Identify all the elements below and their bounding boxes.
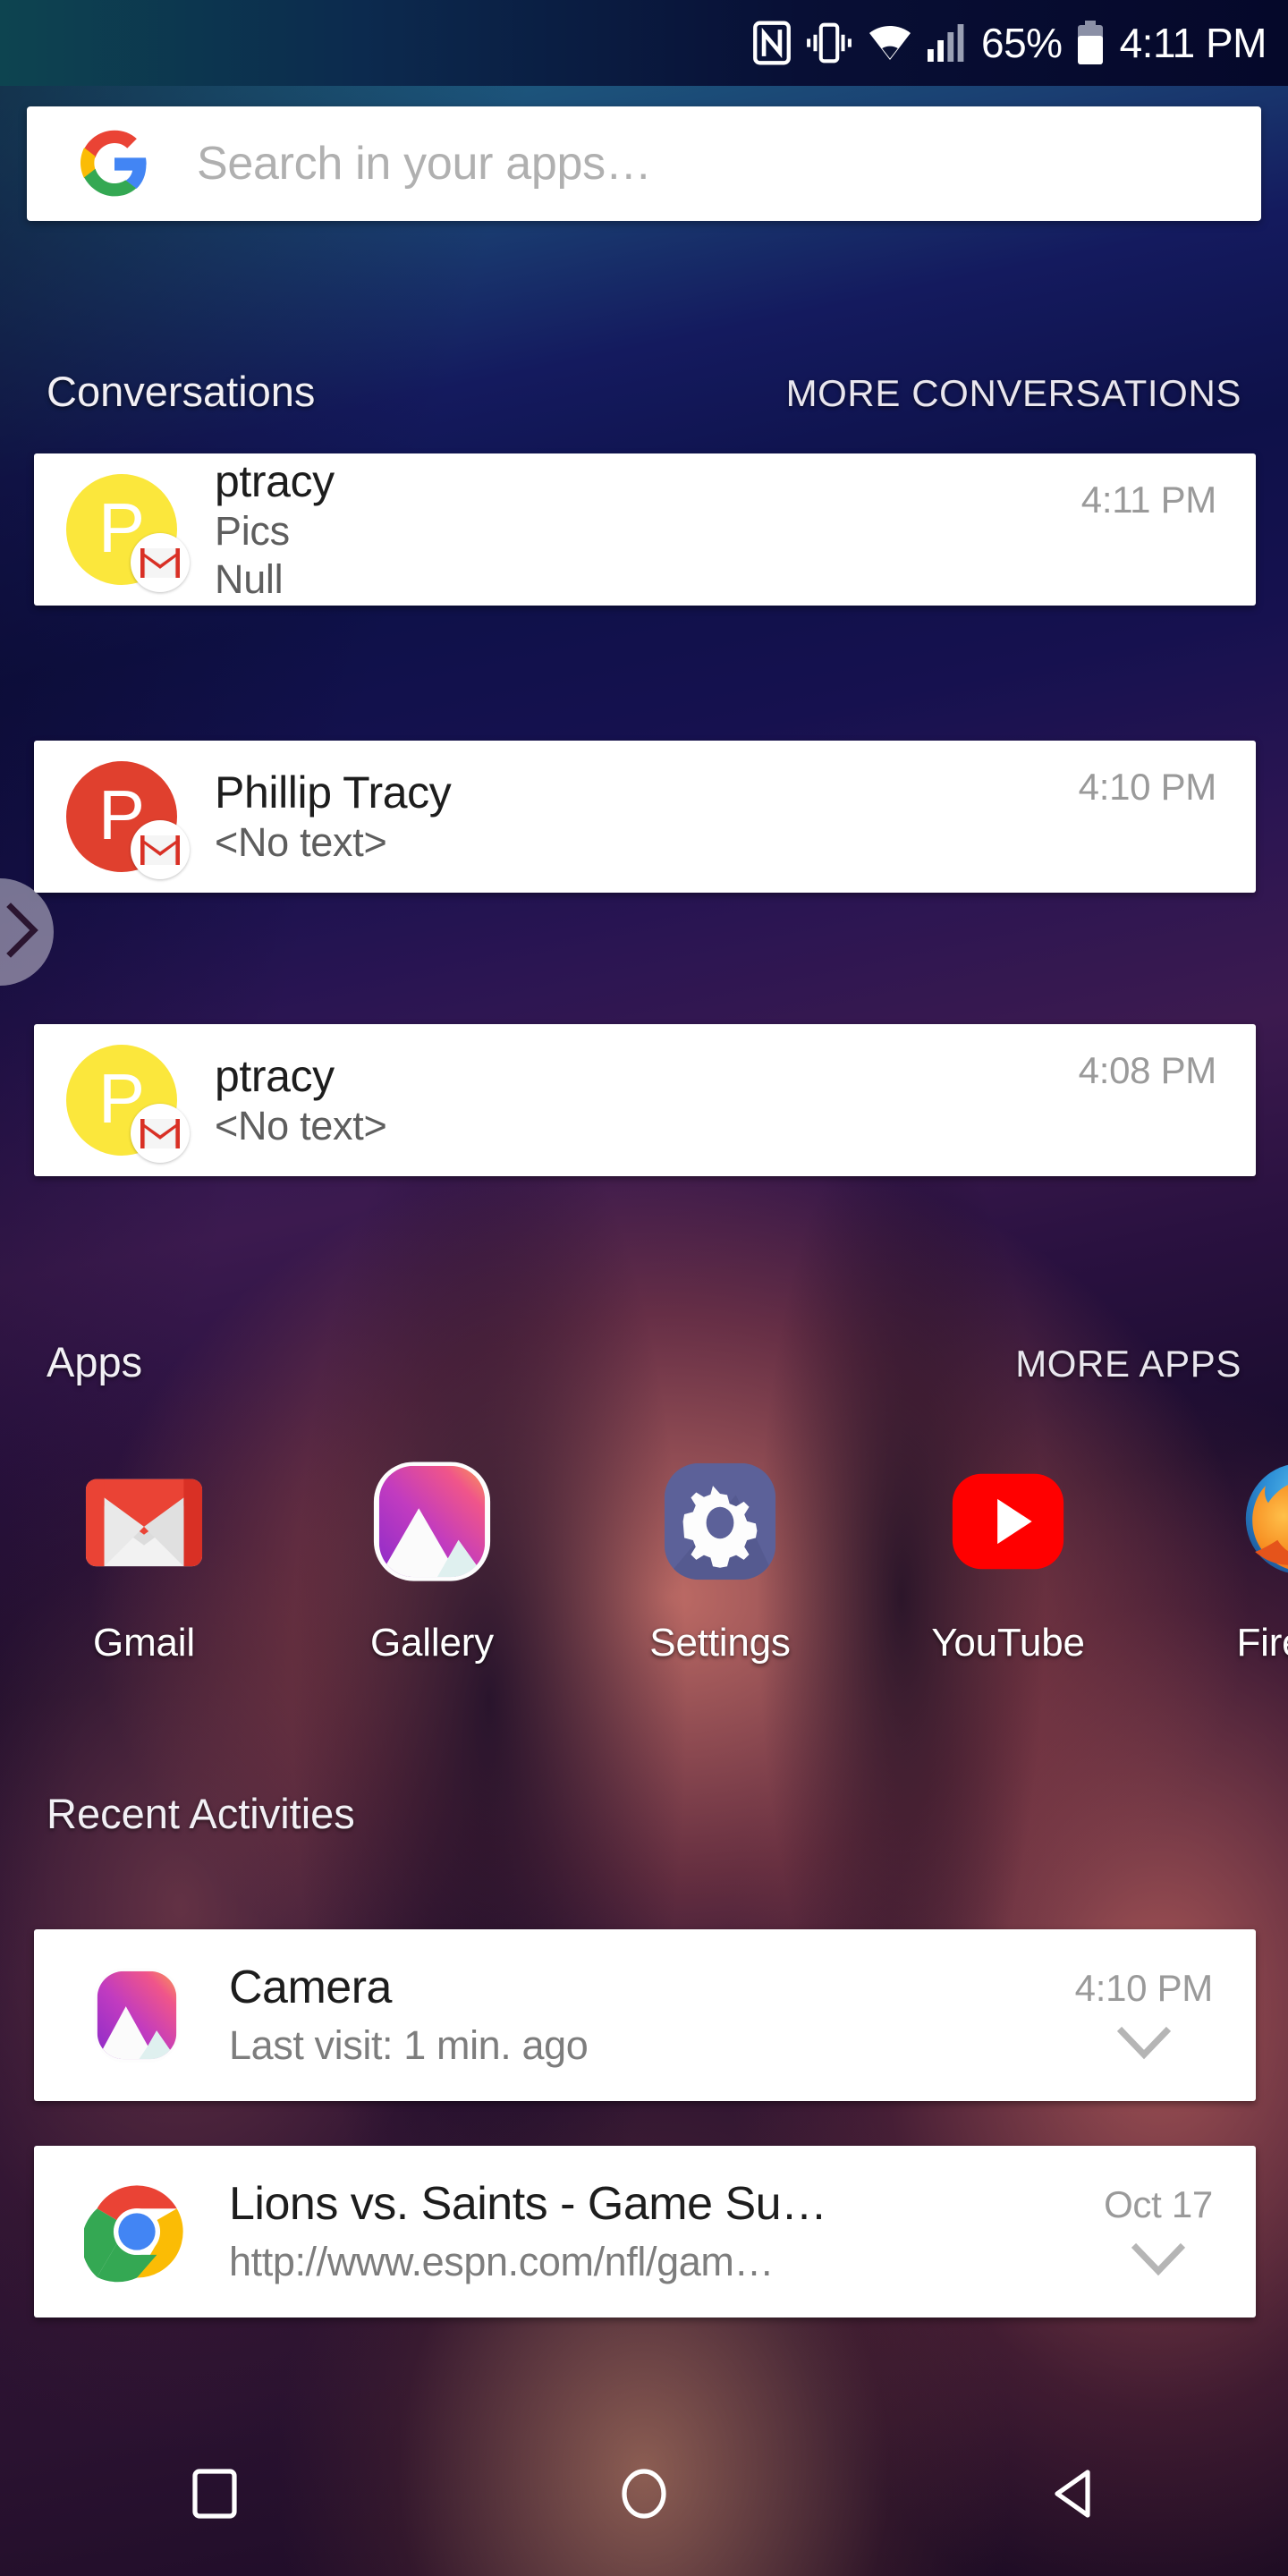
- search-bar[interactable]: Search in your apps…: [27, 106, 1261, 221]
- recent-activities-header: Recent Activities: [0, 1789, 1288, 1838]
- app-item-settings[interactable]: Settings: [576, 1458, 864, 1665]
- recent-activity-meta: Oct 17: [1104, 2183, 1213, 2281]
- battery-percent-label: 65%: [981, 20, 1063, 66]
- conversation-row[interactable]: P ptracy Pics Null 4:11 PM: [34, 453, 1256, 606]
- avatar: P: [66, 761, 190, 879]
- recent-activity-timestamp: 4:10 PM: [1074, 1966, 1214, 2009]
- conversation-line-1: Pics: [215, 508, 290, 555]
- gmail-icon: [131, 533, 190, 592]
- wifi-icon: [867, 22, 913, 64]
- chevron-down-icon[interactable]: [1131, 2242, 1186, 2281]
- recent-activity-subtitle: Last visit: 1 min. ago: [229, 2022, 589, 2069]
- avatar: P: [66, 474, 190, 592]
- search-input[interactable]: Search in your apps…: [197, 137, 652, 191]
- chrome-icon: [81, 2179, 190, 2284]
- apps-header: Apps MORE APPS: [0, 1337, 1288, 1386]
- recent-activity-text: Lions vs. Saints - Game Su… http://www.e…: [229, 2176, 1104, 2288]
- gmail-icon: [80, 1458, 208, 1585]
- conversations-header: Conversations MORE CONVERSATIONS: [0, 367, 1288, 416]
- recent-activities-title: Recent Activities: [47, 1790, 355, 1837]
- firefox-icon: [1233, 1458, 1288, 1585]
- conversation-line-1: <No text>: [215, 818, 387, 865]
- app-item-gallery[interactable]: Gallery: [288, 1458, 576, 1665]
- chevron-down-icon[interactable]: [1116, 2026, 1172, 2064]
- app-item-youtube[interactable]: YouTube: [864, 1458, 1152, 1665]
- back-button[interactable]: [984, 2415, 1163, 2576]
- apps-title: Apps: [47, 1338, 143, 1385]
- conversation-name: ptracy: [215, 1050, 335, 1101]
- home-button[interactable]: [555, 2415, 733, 2576]
- conversation-row[interactable]: P Phillip Tracy <No text> 4:10 PM: [34, 741, 1256, 893]
- circle-icon: [615, 2465, 673, 2527]
- conversations-title: Conversations: [47, 368, 316, 415]
- app-label: Gmail: [93, 1621, 195, 1665]
- square-icon: [186, 2465, 243, 2527]
- recent-activity-row[interactable]: Camera Last visit: 1 min. ago 4:10 PM: [34, 1929, 1256, 2101]
- youtube-icon: [945, 1458, 1072, 1585]
- conversation-timestamp: 4:08 PM: [1078, 1049, 1217, 1091]
- app-item-gmail[interactable]: Gmail: [0, 1458, 288, 1665]
- signal-icon: [926, 22, 969, 64]
- conversation-name: ptracy: [215, 456, 335, 507]
- gmail-icon: [131, 820, 190, 879]
- recent-activity-timestamp: Oct 17: [1104, 2182, 1213, 2225]
- conversation-line-1: <No text>: [215, 1102, 387, 1148]
- conversation-timestamp: 4:10 PM: [1078, 766, 1217, 808]
- status-bar: 65% 4:11 PM: [0, 0, 1288, 86]
- status-bar-clock: 4:11 PM: [1119, 20, 1267, 66]
- chevron-right-icon: [4, 902, 43, 963]
- conversation-row[interactable]: P ptracy <No text> 4:08 PM: [34, 1024, 1256, 1176]
- app-label: Gallery: [370, 1621, 494, 1665]
- app-label: Settings: [649, 1621, 791, 1665]
- navigation-bar: [0, 2415, 1288, 2576]
- gallery-icon: [84, 1962, 190, 2068]
- settings-gear-icon: [657, 1458, 784, 1585]
- gmail-icon: [131, 1104, 190, 1163]
- conversation-timestamp: 4:11 PM: [1080, 479, 1217, 521]
- recents-button[interactable]: [125, 2415, 304, 2576]
- app-label: Firefox: [1236, 1621, 1288, 1665]
- apps-row: Gmail Gallery Settings YouTube Fir: [0, 1458, 1288, 1726]
- conversation-name: Phillip Tracy: [215, 767, 452, 818]
- recent-activity-title: Lions vs. Saints - Game Su…: [229, 2177, 827, 2230]
- battery-icon: [1075, 20, 1106, 66]
- gallery-icon: [369, 1458, 496, 1585]
- app-item-firefox[interactable]: Firefox: [1152, 1458, 1288, 1665]
- vibrate-icon: [804, 21, 854, 64]
- recent-activity-meta: 4:10 PM: [1075, 1967, 1213, 2064]
- conversation-text: Phillip Tracy <No text>: [215, 767, 1079, 866]
- triangle-left-icon: [1045, 2465, 1102, 2527]
- conversation-text: ptracy <No text>: [215, 1051, 1079, 1149]
- recent-activity-row[interactable]: Lions vs. Saints - Game Su… http://www.e…: [34, 2146, 1256, 2318]
- recent-activity-text: Camera Last visit: 1 min. ago: [229, 1960, 1075, 2072]
- app-label: YouTube: [931, 1621, 1085, 1665]
- more-apps-button[interactable]: MORE APPS: [1015, 1343, 1241, 1385]
- google-g-logo: [80, 130, 148, 198]
- more-conversations-button[interactable]: MORE CONVERSATIONS: [786, 372, 1241, 415]
- recent-activity-title: Camera: [229, 1961, 392, 2013]
- conversation-line-2: Null: [215, 555, 284, 602]
- nfc-icon: [752, 21, 792, 65]
- recent-activity-subtitle: http://www.espn.com/nfl/gam…: [229, 2239, 775, 2285]
- conversation-text: ptracy Pics Null: [215, 456, 1081, 602]
- avatar: P: [66, 1045, 190, 1163]
